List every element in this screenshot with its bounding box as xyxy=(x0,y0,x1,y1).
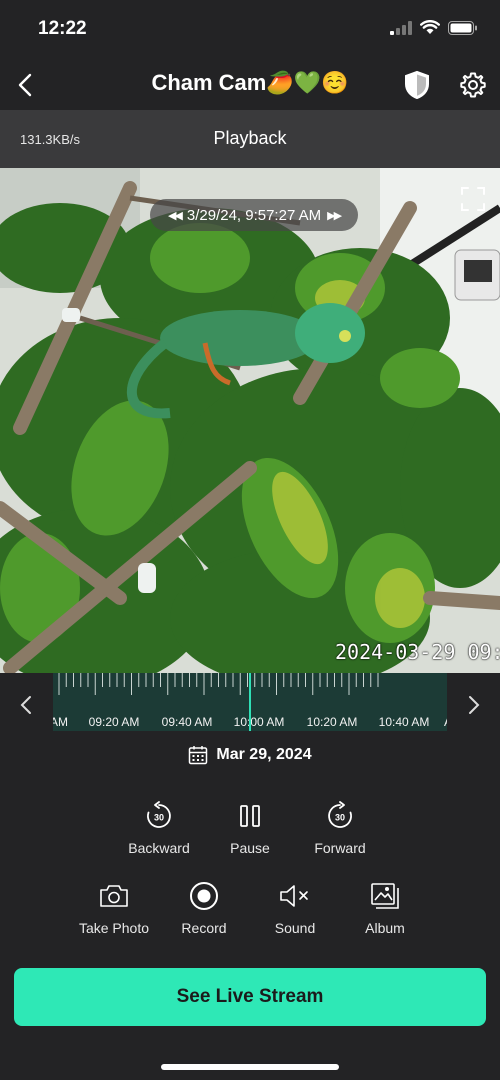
chevron-right-icon xyxy=(469,696,480,714)
timeline-label: 10:40 AM xyxy=(378,715,430,729)
timeline-label: AM xyxy=(444,715,447,729)
album-button[interactable]: Album xyxy=(339,876,431,936)
back-chevron-icon xyxy=(18,73,32,97)
chevron-left-icon xyxy=(20,696,31,714)
take-photo-label: Take Photo xyxy=(78,920,150,936)
timeline-playhead[interactable] xyxy=(249,673,251,731)
album-icon xyxy=(371,883,399,909)
backward-label: Backward xyxy=(128,840,190,856)
camera-feed-image xyxy=(0,168,500,673)
see-live-stream-label: See Live Stream xyxy=(176,986,324,1007)
timeline-label: AM xyxy=(53,715,68,729)
forward-button[interactable]: 30 Forward xyxy=(294,796,386,856)
record-label: Record xyxy=(181,920,227,936)
forward-label: Forward xyxy=(314,840,366,856)
timestamp-text: 3/29/24, 9:57:27 AM xyxy=(186,206,322,224)
date-picker[interactable]: Mar 29, 2024 xyxy=(0,740,500,770)
sound-button[interactable]: Sound xyxy=(249,876,341,936)
status-time: 12:22 xyxy=(38,18,87,39)
timeline-label: 09:40 AM xyxy=(161,715,213,729)
calendar-icon xyxy=(189,746,208,765)
mode-label: Playback xyxy=(213,128,287,148)
timeline-prev-button[interactable] xyxy=(12,691,40,719)
timestamp-pill[interactable]: ◀◀ 3/29/24, 9:57:27 AM ▶▶ xyxy=(150,199,358,231)
cellular-signal-icon xyxy=(390,20,412,35)
pause-icon xyxy=(240,805,260,827)
see-live-stream-button[interactable]: See Live Stream xyxy=(14,968,486,1026)
svg-text:30: 30 xyxy=(335,813,345,823)
status-bar: 12:22 xyxy=(0,0,500,58)
info-bar: 131.3KB/s Playback xyxy=(0,110,500,168)
backward-button[interactable]: 30 Backward xyxy=(113,796,205,856)
take-photo-button[interactable]: Take Photo xyxy=(68,876,160,936)
rewind-30-icon: 30 xyxy=(147,801,171,828)
battery-icon xyxy=(448,20,477,35)
status-icons xyxy=(390,20,478,35)
previous-arrow-icon[interactable]: ◀◀ xyxy=(168,209,183,222)
timeline-row: AM 09:20 AM 09:40 AM 10:00 AM 10:20 AM 1… xyxy=(0,673,500,731)
record-icon xyxy=(190,882,218,910)
record-button[interactable]: Record xyxy=(158,876,250,936)
timeline-label: 10:00 AM xyxy=(233,715,285,729)
selected-date: Mar 29, 2024 xyxy=(216,746,312,763)
gear-icon xyxy=(460,72,486,98)
speaker-muted-icon xyxy=(280,885,308,907)
camera-icon xyxy=(100,885,128,907)
wifi-icon xyxy=(420,20,440,34)
home-indicator[interactable] xyxy=(161,1064,339,1070)
timeline-scrubber[interactable]: AM 09:20 AM 09:40 AM 10:00 AM 10:20 AM 1… xyxy=(53,673,447,731)
album-label: Album xyxy=(365,920,405,936)
svg-text:30: 30 xyxy=(154,813,164,823)
video-player[interactable]: ◀◀ 3/29/24, 9:57:27 AM ▶▶ 2024-03-29 09: xyxy=(0,168,500,673)
pause-label: Pause xyxy=(230,840,270,856)
pause-button[interactable]: Pause xyxy=(204,796,296,856)
fullscreen-icon[interactable] xyxy=(460,186,486,212)
back-button[interactable] xyxy=(8,68,42,102)
sound-label: Sound xyxy=(274,920,316,936)
forward-30-icon: 30 xyxy=(328,801,352,828)
nav-bar: Cham Cam🥭💚☺️ xyxy=(0,58,500,110)
timeline-label: 09:20 AM xyxy=(88,715,140,729)
camera-osd-timestamp: 2024-03-29 09: xyxy=(335,640,500,664)
timeline-next-button[interactable] xyxy=(460,691,488,719)
security-button[interactable] xyxy=(400,68,434,102)
shield-icon xyxy=(405,70,429,100)
next-arrow-icon[interactable]: ▶▶ xyxy=(327,209,342,222)
settings-button[interactable] xyxy=(456,68,490,102)
timeline-label: 10:20 AM xyxy=(306,715,358,729)
